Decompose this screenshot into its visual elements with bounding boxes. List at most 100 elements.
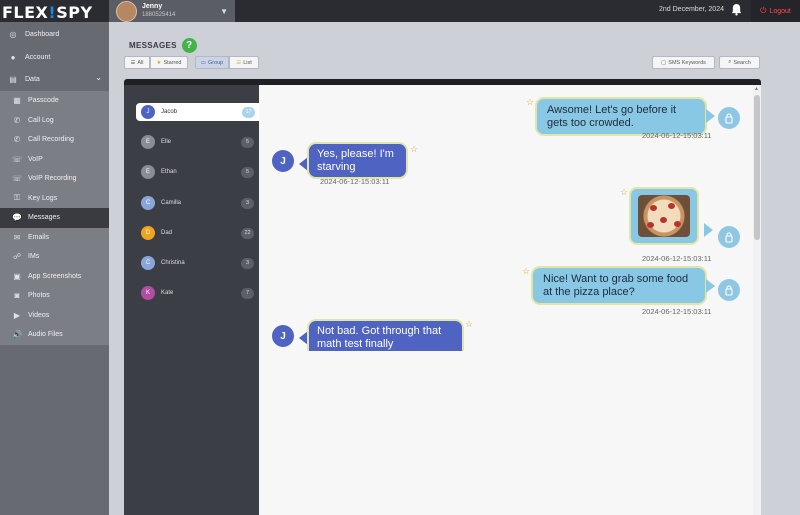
contact-name: Christina <box>161 260 185 266</box>
message-timestamp: 2024-06-12-15:03:11 <box>642 307 712 316</box>
sidebar-item-passcode[interactable]: ▦ Passcode <box>0 91 109 111</box>
chat-icon: 💬 <box>12 213 22 223</box>
power-icon: ⏻ <box>760 6 767 15</box>
contact-item[interactable]: C Christina 3 <box>136 254 259 272</box>
contact-avatar: K <box>141 286 155 300</box>
contact-avatar: E <box>141 135 155 149</box>
messages-panel: J Jacob 17 E Elle 5 E Ethan 5 C Camilla 3 D Dad 22 C Chr… <box>124 79 761 515</box>
sidebar-item-messages[interactable]: 💬 Messages <box>0 208 109 228</box>
scrollbar[interactable]: ▲ <box>753 85 761 515</box>
profile-name: Jenny <box>142 3 163 10</box>
message-count-badge: 3 <box>241 197 254 209</box>
view-list-button[interactable]: ☰ List <box>229 56 259 69</box>
page-title: MESSAGES? <box>129 38 197 53</box>
sidebar-item-dashboard[interactable]: ◎ Dashboard <box>0 22 109 46</box>
image-message[interactable] <box>629 187 699 245</box>
contact-item[interactable]: E Elle 5 <box>136 133 259 151</box>
sms-keywords-button[interactable]: ▢ SMS Keywords <box>652 56 715 69</box>
bell-icon[interactable] <box>731 3 742 16</box>
sidebar-item-emails[interactable]: ✉ Emails <box>0 227 109 247</box>
star-icon[interactable]: ☆ <box>410 144 418 155</box>
list-icon: ☰ <box>236 59 242 66</box>
star-icon[interactable]: ☆ <box>465 319 473 330</box>
search-icon: ⌕ <box>728 59 732 65</box>
message-count-badge: 3 <box>241 257 254 269</box>
sidebar-item-call-recording[interactable]: ✆ Call Recording <box>0 130 109 150</box>
contact-avatar: J <box>141 105 155 119</box>
grid-icon: ▦ <box>13 96 21 106</box>
dashboard-icon: ◎ <box>9 29 17 39</box>
message-count-badge: 17 <box>242 106 255 118</box>
star-icon[interactable]: ☆ <box>522 266 530 277</box>
star-icon: ★ <box>156 59 162 66</box>
message-count-badge: 22 <box>241 227 254 239</box>
audio-icon: 🔊 <box>12 330 22 340</box>
message-timestamp: 2024-06-12-15:03:11 <box>320 177 390 186</box>
main-content: MESSAGES? ☰ All ★ Starred ▭ Group ☰ List ▢ SM… <box>109 22 800 515</box>
user-icon: ● <box>10 52 16 62</box>
contact-item[interactable]: E Ethan 5 <box>136 163 259 181</box>
sidebar-item-call-log[interactable]: ✆ Call Log <box>0 110 109 130</box>
im-icon: ☍ <box>12 252 22 262</box>
contact-name: Jacob <box>161 109 178 115</box>
filter-starred-button[interactable]: ★ Starred <box>150 56 188 69</box>
contact-item[interactable]: C Camilla 3 <box>136 194 259 212</box>
contact-avatar: J <box>272 150 294 172</box>
message-timestamp: 2024-06-12-15:03:11 <box>642 254 712 263</box>
sidebar: ◎ Dashboard ● Account ▤ Data ⌄ ▦ Passcode ✆ Ca… <box>0 22 109 515</box>
user-avatar-icon <box>718 226 740 248</box>
chevron-down-icon: ⌄ <box>95 73 102 82</box>
contact-item[interactable]: J Jacob 17 <box>136 103 260 121</box>
star-icon[interactable]: ☆ <box>620 187 628 198</box>
profile-phone: 1880525414 <box>142 12 176 18</box>
sidebar-item-voip-recording[interactable]: ☏ VoIP Recording <box>0 169 109 189</box>
phone-icon: ✆ <box>13 115 21 125</box>
message-count-badge: 7 <box>241 287 254 299</box>
contact-avatar: C <box>141 196 155 210</box>
key-icon: ⚿ <box>13 193 21 203</box>
sidebar-item-app-screenshots[interactable]: ▣ App Screenshots <box>0 266 109 286</box>
profile-dropdown[interactable]: Jenny 1880525414 ▼ <box>109 0 235 22</box>
sidebar-item-key-logs[interactable]: ⚿ Key Logs <box>0 188 109 208</box>
logout-button[interactable]: ⏻ Logout <box>751 0 800 22</box>
sidebar-item-videos[interactable]: ▶ Videos <box>0 305 109 325</box>
contact-name: Elle <box>161 139 172 145</box>
view-group-button[interactable]: ▭ Group <box>195 56 229 69</box>
voip-icon: ☏ <box>11 154 22 164</box>
contact-list: J Jacob 17 E Elle 5 E Ethan 5 C Camilla 3 D Dad 22 C Chr… <box>124 85 260 515</box>
contact-avatar: C <box>141 256 155 270</box>
message-timestamp: 2024-06-12-15:03:11 <box>642 131 712 140</box>
brand-logo[interactable]: FLEX!SPY <box>0 0 109 22</box>
bubble-tail <box>706 279 715 293</box>
sidebar-item-photos[interactable]: ◙ Photos <box>0 286 109 306</box>
sidebar-item-data[interactable]: ▤ Data ⌄ <box>0 68 109 91</box>
contact-item[interactable]: K Kate 7 <box>136 284 259 302</box>
sidebar-item-audio-files[interactable]: 🔊 Audio Files <box>0 325 109 345</box>
avatar <box>116 0 137 22</box>
help-icon[interactable]: ? <box>181 38 197 53</box>
sidebar-item-ims[interactable]: ☍ IMs <box>0 247 109 267</box>
chat-icon: ▢ <box>661 59 667 66</box>
message-bubble-incoming: Not bad. Got through that math test fina… <box>307 319 464 351</box>
contact-name: Camilla <box>161 200 182 206</box>
contact-item[interactable]: D Dad 22 <box>136 224 259 242</box>
message-count-badge: 5 <box>241 136 254 148</box>
message-count-badge: 5 <box>241 166 254 178</box>
scroll-thumb[interactable] <box>754 95 760 240</box>
email-icon: ✉ <box>13 232 21 242</box>
contact-avatar: J <box>272 325 294 347</box>
video-icon: ▶ <box>13 310 21 320</box>
sidebar-item-account[interactable]: ● Account <box>0 46 109 68</box>
star-icon[interactable]: ☆ <box>526 97 534 108</box>
user-avatar-icon <box>718 107 740 129</box>
chevron-down-icon: ▼ <box>220 7 228 16</box>
search-button[interactable]: ⌕ Search <box>719 56 760 69</box>
filter-all-button[interactable]: ☰ All <box>124 56 150 69</box>
camera-icon: ◙ <box>14 291 20 301</box>
voip-recording-icon: ☏ <box>11 174 22 184</box>
sidebar-item-voip[interactable]: ☏ VoIP <box>0 149 109 169</box>
contact-avatar: E <box>141 165 155 179</box>
group-icon: ▭ <box>200 59 206 66</box>
bubble-tail <box>704 223 713 237</box>
chat-thread: ▲ ☆ Awsome! Let's go before it gets too … <box>259 85 761 515</box>
